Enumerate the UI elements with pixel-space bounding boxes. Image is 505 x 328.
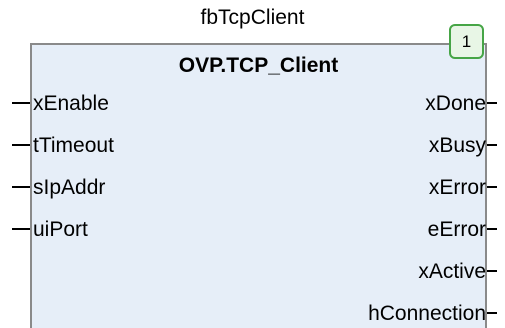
input-pin-line xyxy=(12,186,30,188)
output-pin-hconnection[interactable]: hConnection xyxy=(368,302,486,326)
execution-order-badge: 1 xyxy=(449,24,484,59)
output-pin-eerror[interactable]: eError xyxy=(428,218,486,242)
input-pin-line xyxy=(12,102,30,104)
output-pin-line xyxy=(487,228,497,230)
fb-diagram-canvas: fbTcpClient OVP.TCP_Client 1 xEnable tTi… xyxy=(0,0,505,328)
input-pin-ttimeout[interactable]: tTimeout xyxy=(33,134,114,158)
output-pin-line xyxy=(487,144,497,146)
input-pin-xenable[interactable]: xEnable xyxy=(33,92,109,116)
input-pin-line xyxy=(12,144,30,146)
output-pin-line xyxy=(487,312,497,314)
input-pin-sipaddr[interactable]: sIpAddr xyxy=(33,176,105,200)
output-pin-line xyxy=(487,186,497,188)
output-pin-xerror[interactable]: xError xyxy=(429,176,486,200)
block-type-name: OVP.TCP_Client xyxy=(178,54,339,77)
output-pin-xbusy[interactable]: xBusy xyxy=(429,134,486,158)
output-pin-line xyxy=(487,270,497,272)
input-pin-line xyxy=(12,228,30,230)
instance-name: fbTcpClient xyxy=(200,6,305,29)
output-pin-line xyxy=(487,102,497,104)
output-pin-xactive[interactable]: xActive xyxy=(418,260,486,284)
output-pin-xdone[interactable]: xDone xyxy=(425,92,486,116)
input-pin-uiport[interactable]: uiPort xyxy=(33,218,88,242)
